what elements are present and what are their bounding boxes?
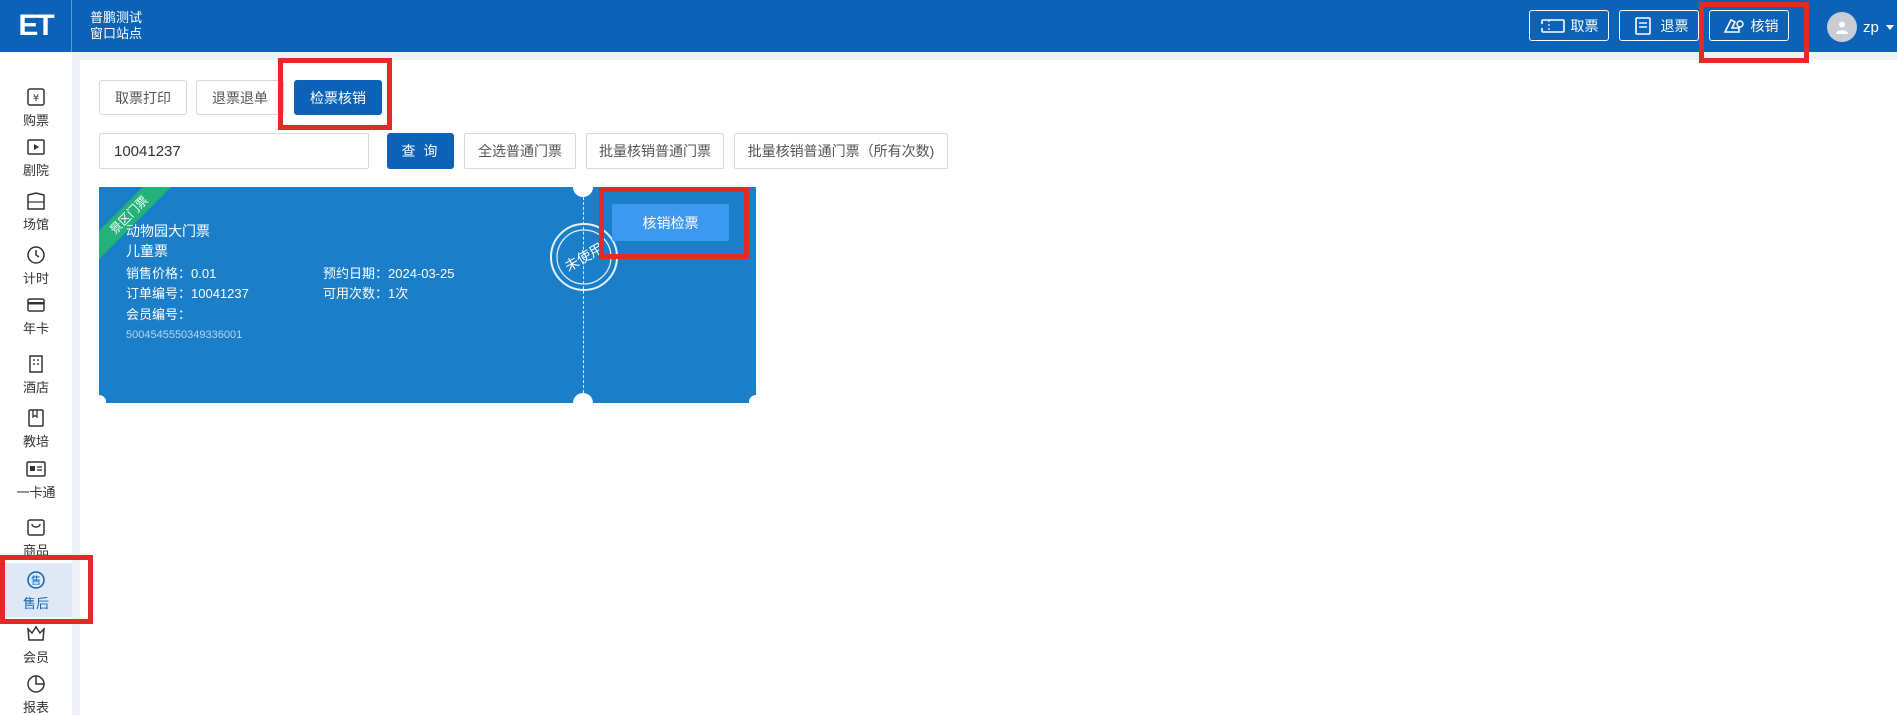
refund-ticket-label: 退票 <box>1660 17 1689 34</box>
receipt-refund-icon <box>1634 16 1651 35</box>
id-card-icon <box>26 460 46 477</box>
after-sale-icon: 售 <box>27 570 45 589</box>
take-ticket-button[interactable]: 取票 <box>1529 10 1609 41</box>
verify-stamp-icon <box>1723 18 1744 33</box>
clock-icon <box>27 245 45 264</box>
shopping-bag-icon <box>27 518 45 536</box>
tab-check-verify[interactable]: 检票核销 <box>294 80 382 115</box>
tab-take-ticket-print[interactable]: 取票打印 <box>99 80 187 115</box>
sidebar-item-label: 剧院 <box>22 162 49 178</box>
avatar <box>1827 12 1857 42</box>
ticket-perforation <box>583 197 584 393</box>
verify-label: 核销 <box>1750 17 1779 34</box>
site-name: 窗口站点 <box>90 26 143 41</box>
venue-icon <box>27 191 45 210</box>
sidebar-item-buy-ticket[interactable]: ¥ 购票 <box>0 82 72 132</box>
query-button[interactable]: 查 询 <box>387 133 454 169</box>
order-search-input[interactable] <box>99 133 369 169</box>
ticket-notch <box>749 395 756 403</box>
sidebar-item-label: 报表 <box>22 699 49 715</box>
verify-button[interactable]: 核销 <box>1709 10 1789 41</box>
sidebar-item-annual-card[interactable]: 年卡 <box>0 290 72 340</box>
sidebar: ¥ 购票 剧院 场馆 计时 年卡 酒店 教培 一卡通 商品 售 售后 会员 报表 <box>0 52 72 715</box>
card-icon <box>27 297 45 312</box>
unused-stamp: 未使用 <box>549 222 619 292</box>
sidebar-item-label: 年卡 <box>22 320 49 336</box>
app-logo: ET <box>0 0 72 52</box>
member-icon <box>27 625 45 641</box>
stamp-text: 未使用 <box>562 240 607 276</box>
sidebar-item-label: 购票 <box>22 112 49 128</box>
sidebar-item-label: 场馆 <box>22 216 49 232</box>
caret-down-icon <box>1885 25 1894 30</box>
ticket-card: 景区门票 动物园大门票 儿童票 销售价格：0.01 预约日期：2024-03-2… <box>99 187 756 403</box>
sidebar-item-hotel[interactable]: 酒店 <box>0 349 72 399</box>
sidebar-item-goods[interactable]: 商品 <box>0 512 72 562</box>
hotel-icon <box>29 354 43 373</box>
sidebar-item-label: 酒店 <box>22 379 49 395</box>
buy-ticket-icon: ¥ <box>27 87 45 106</box>
sidebar-item-venue[interactable]: 场馆 <box>0 186 72 236</box>
user-name: zp <box>1863 18 1879 36</box>
sidebar-item-timer[interactable]: 计时 <box>0 240 72 290</box>
verify-check-ticket-button[interactable]: 核销检票 <box>612 204 729 241</box>
take-ticket-label: 取票 <box>1570 17 1599 34</box>
sidebar-item-reports[interactable]: 报表 <box>0 669 72 715</box>
sidebar-item-label: 商品 <box>22 542 49 558</box>
education-icon <box>28 408 44 427</box>
ticket-price: 销售价格：0.01 <box>126 266 217 281</box>
sidebar-item-label: 售后 <box>22 595 49 611</box>
sidebar-item-label: 计时 <box>22 270 49 286</box>
ticket-order-number: 订单编号：10041237 <box>126 286 249 301</box>
sidebar-item-label: 教培 <box>22 433 49 449</box>
sidebar-item-label: 会员 <box>22 649 49 665</box>
ticket-icon <box>1539 18 1565 33</box>
top-header: ET 普鹏测试 窗口站点 取票 退票 核销 zp <box>0 0 1897 52</box>
ticket-type: 儿童票 <box>126 243 168 259</box>
ticket-member-number: 会员编号： <box>126 307 192 322</box>
ticket-notch <box>99 395 106 403</box>
ticket-name: 动物园大门票 <box>126 223 210 239</box>
refund-ticket-button[interactable]: 退票 <box>1619 10 1699 41</box>
ticket-reservation-date: 预约日期：2024-03-25 <box>323 266 455 281</box>
pie-chart-icon <box>27 674 45 693</box>
user-icon <box>1836 21 1848 34</box>
sidebar-item-label: 一卡通 <box>16 484 56 500</box>
ticket-notch <box>573 393 593 403</box>
batch-verify-all-button[interactable]: 批量核销普通门票（所有次数) <box>734 133 948 169</box>
sidebar-item-theater[interactable]: 剧院 <box>0 132 72 182</box>
ticket-notch <box>573 187 593 197</box>
sidebar-item-education[interactable]: 教培 <box>0 403 72 453</box>
sidebar-item-member[interactable]: 会员 <box>0 619 72 669</box>
ticket-code: 5004545550349336001 <box>126 329 243 341</box>
sidebar-item-all-in-one-card[interactable]: 一卡通 <box>0 454 72 504</box>
theater-icon <box>27 138 45 155</box>
select-all-tickets-button[interactable]: 全选普通门票 <box>464 133 576 169</box>
batch-verify-button[interactable]: 批量核销普通门票 <box>586 133 724 169</box>
org-name: 普鹏测试 <box>90 10 143 25</box>
svg-text:售: 售 <box>31 574 41 587</box>
ticket-available-uses: 可用次数：1次 <box>323 286 409 301</box>
user-menu[interactable]: zp <box>1827 12 1895 42</box>
svg-text:¥: ¥ <box>33 93 39 104</box>
tab-refund-order[interactable]: 退票退单 <box>196 80 284 115</box>
site-info: 普鹏测试 窗口站点 <box>90 10 142 42</box>
sidebar-item-after-sale[interactable]: 售 售后 <box>0 563 72 617</box>
